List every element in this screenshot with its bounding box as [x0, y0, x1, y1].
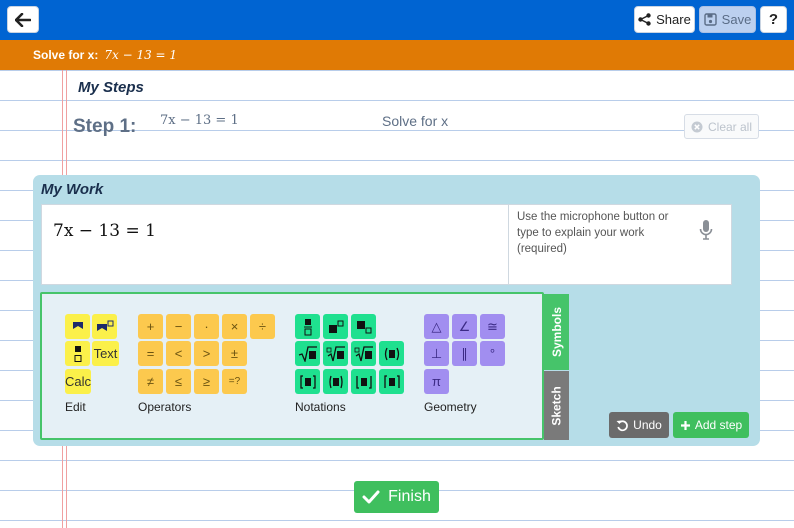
tab-symbols-label: Symbols — [549, 306, 564, 358]
key-cursor-right[interactable] — [92, 314, 117, 339]
key-subscript[interactable] — [351, 314, 376, 339]
key-floor[interactable] — [351, 369, 376, 394]
microphone-icon[interactable] — [698, 219, 714, 241]
key-greater-equal[interactable]: ≥ — [194, 369, 219, 394]
share-button[interactable]: Share — [634, 6, 695, 33]
key-nth-root[interactable] — [351, 341, 376, 366]
explanation-placeholder: Use the microphone button or type to exp… — [517, 211, 669, 255]
my-work-title: My Work — [41, 181, 104, 198]
key-cursor-left[interactable] — [65, 314, 90, 339]
key-pi[interactable]: π — [424, 369, 449, 394]
math-expression-input[interactable]: 7x − 13 = 1 — [53, 221, 156, 241]
key-angle[interactable]: ∠ — [452, 314, 477, 339]
key-dot[interactable]: · — [194, 314, 219, 339]
clear-circle-icon — [691, 121, 703, 132]
step-description: Solve for x — [382, 113, 449, 129]
problem-equation: 7x − 13 = 1 — [104, 48, 178, 62]
key-superscript[interactable] — [323, 314, 348, 339]
key-perpendicular[interactable]: ⊥ — [424, 341, 449, 366]
key-divide[interactable]: ÷ — [250, 314, 275, 339]
clear-all-label: Clear all — [707, 119, 752, 134]
key-square-root[interactable] — [295, 341, 320, 366]
add-step-button[interactable]: Add step — [673, 412, 749, 438]
key-greater-than[interactable]: > — [194, 341, 219, 366]
operators-group-label: Operators — [138, 400, 192, 414]
key-text[interactable]: Text — [92, 341, 119, 366]
key-fraction[interactable] — [295, 314, 320, 339]
brackets-icon — [299, 374, 316, 389]
fraction-icon — [303, 318, 312, 335]
my-steps-title: My Steps — [78, 79, 144, 96]
key-question-equal[interactable]: =? — [222, 369, 247, 394]
tab-sketch[interactable]: Sketch — [544, 371, 569, 440]
geometry-group-label: Geometry — [424, 400, 477, 414]
undo-button[interactable]: Undo — [609, 412, 669, 438]
key-plus[interactable]: + — [138, 314, 163, 339]
undo-icon — [616, 419, 628, 431]
save-label: Save — [721, 12, 752, 27]
problem-bar: Solve for x: 7x − 13 = 1 — [0, 40, 794, 70]
cube-root-icon — [326, 345, 345, 361]
cursor-right-icon — [96, 320, 113, 331]
key-parallel[interactable]: ∥ — [452, 341, 477, 366]
notations-group-label: Notations — [295, 400, 346, 414]
key-equals[interactable]: = — [138, 341, 163, 366]
edit-group-label: Edit — [65, 400, 86, 414]
box-over-box-icon — [74, 345, 81, 362]
key-parentheses[interactable] — [379, 341, 404, 366]
key-degree[interactable]: ° — [480, 341, 505, 366]
save-button[interactable]: Save — [699, 6, 756, 33]
square-root-icon — [298, 345, 317, 362]
key-triangle[interactable]: △ — [424, 314, 449, 339]
key-ceiling[interactable] — [379, 369, 404, 394]
undo-label: Undo — [633, 418, 662, 432]
superscript-icon — [328, 320, 343, 333]
absolute-value-icon — [328, 375, 343, 388]
step-label: Step 1: — [73, 116, 137, 137]
help-button[interactable]: ? — [760, 6, 787, 33]
key-less-equal[interactable]: ≤ — [166, 369, 191, 394]
tab-sketch-label: Sketch — [549, 385, 564, 426]
key-congruent[interactable]: ≅ — [480, 314, 505, 339]
finish-button[interactable]: Finish — [354, 481, 439, 513]
key-cube-root[interactable] — [323, 341, 348, 366]
key-text-label: Text — [93, 346, 118, 361]
ceiling-icon — [383, 374, 400, 388]
share-icon — [638, 13, 651, 26]
floppy-disk-icon — [703, 13, 717, 26]
key-brackets[interactable] — [295, 369, 320, 394]
tab-symbols[interactable]: Symbols — [544, 294, 569, 370]
key-calc[interactable]: Calc — [65, 369, 91, 394]
key-absolute-value[interactable] — [323, 369, 348, 394]
help-label: ? — [768, 11, 779, 28]
key-minus[interactable]: − — [166, 314, 191, 339]
problem-prefix: Solve for x: — [33, 48, 99, 62]
explanation-field[interactable]: Use the microphone button or type to exp… — [508, 205, 732, 284]
cursor-left-icon — [72, 321, 83, 329]
work-input-area: 7x − 13 = 1 Use the microphone button or… — [41, 204, 732, 285]
key-times[interactable]: × — [222, 314, 247, 339]
share-label: Share — [656, 12, 691, 27]
key-plus-minus[interactable]: ± — [222, 341, 247, 366]
nth-root-icon — [354, 345, 373, 361]
floor-icon — [355, 375, 372, 389]
finish-label: Finish — [388, 488, 431, 505]
key-less-than[interactable]: < — [166, 341, 191, 366]
subscript-icon — [356, 320, 371, 333]
parentheses-icon — [384, 347, 399, 360]
top-bar: Share Save ? — [0, 0, 794, 40]
add-step-label: Add step — [694, 418, 743, 432]
step-equation: 7x − 13 = 1 — [160, 113, 239, 128]
back-button[interactable] — [7, 6, 39, 33]
key-not-equal[interactable]: ≠ — [138, 369, 163, 394]
plus-icon — [680, 420, 690, 430]
clear-all-button[interactable]: Clear all — [684, 114, 759, 139]
checkmark-icon — [362, 490, 380, 504]
arrow-left-icon — [15, 12, 31, 27]
key-calc-label: Calc — [65, 374, 92, 389]
key-new-line[interactable] — [65, 341, 90, 366]
